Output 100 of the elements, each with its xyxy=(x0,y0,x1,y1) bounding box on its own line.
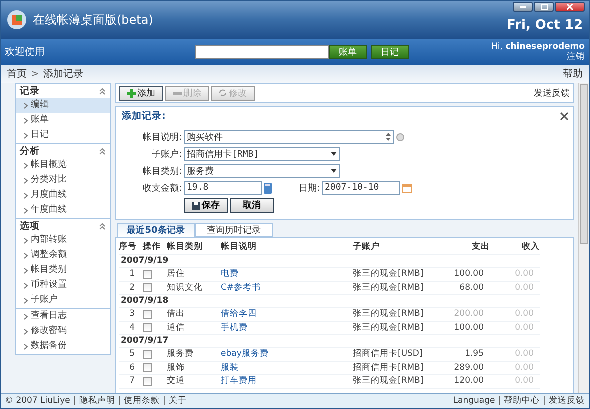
maximize-icon xyxy=(540,4,548,10)
tab[interactable]: 查询历时记录 xyxy=(195,223,273,237)
sidebar-item[interactable]: 年度曲线 xyxy=(16,203,110,218)
row-checkbox[interactable] xyxy=(143,363,152,372)
sidebar-item[interactable]: 修改密码 xyxy=(16,324,110,339)
row-checkbox[interactable] xyxy=(143,376,152,386)
description-link[interactable]: 借给李四 xyxy=(221,308,353,322)
table-cell: 0.00 xyxy=(490,375,540,388)
footer-link[interactable]: 隐私声明 xyxy=(79,395,116,407)
footer-separator: | xyxy=(163,396,166,406)
description-link[interactable]: ebay服务费 xyxy=(221,348,353,362)
chevron-icon xyxy=(24,208,28,214)
column-header: 子账户 xyxy=(353,240,448,255)
subaccount-select[interactable]: 招商信用卡[RMB] xyxy=(184,147,340,161)
sidebar-item[interactable]: 编辑 xyxy=(16,98,110,113)
description-field[interactable]: 购买软件 xyxy=(184,130,394,144)
collapse-icon[interactable] xyxy=(99,148,106,154)
row-checkbox[interactable] xyxy=(143,350,152,359)
column-header: 序号 xyxy=(119,240,143,255)
help-link[interactable]: 帮助 xyxy=(563,67,583,81)
row-checkbox[interactable] xyxy=(143,270,152,279)
table-cell: 交通 xyxy=(167,375,221,388)
footer-link[interactable]: 发送反馈 xyxy=(549,395,585,407)
date-group-header: 2007/9/18 xyxy=(119,295,540,308)
tab[interactable]: 最近50条记录 xyxy=(117,223,195,237)
row-checkbox[interactable] xyxy=(143,283,152,292)
footer-link[interactable]: 关于 xyxy=(169,395,188,407)
minimize-icon xyxy=(520,6,526,8)
collapse-icon[interactable] xyxy=(99,222,106,230)
save-button[interactable]: 保存 xyxy=(184,198,228,213)
sidebar-item[interactable]: 币种设置 xyxy=(16,278,110,293)
spinner-icon[interactable] xyxy=(386,132,391,142)
chevron-icon xyxy=(24,344,28,350)
calendar-icon[interactable] xyxy=(402,184,412,192)
sidebar-item[interactable]: 调整余额 xyxy=(16,248,110,263)
table-cell: 服饰 xyxy=(167,362,221,375)
table-cell: 0.00 xyxy=(490,282,540,295)
feedback-link[interactable]: 发送反馈 xyxy=(534,86,570,100)
field-label: 子账户: xyxy=(150,148,182,160)
sidebar-item[interactable]: 帐目类别 xyxy=(16,263,110,278)
description-link[interactable]: 服装 xyxy=(221,362,353,375)
footer-separator: | xyxy=(498,396,502,406)
collapse-icon[interactable] xyxy=(99,88,106,94)
row-checkbox[interactable] xyxy=(143,323,152,332)
column-header: 操作 xyxy=(143,240,167,255)
amount-field[interactable]: 19.8 xyxy=(184,181,262,195)
table-cell: 200.00 xyxy=(448,308,490,322)
chevron-icon xyxy=(24,238,28,244)
date-field[interactable]: 2007-10-10 xyxy=(322,181,400,195)
footer-link[interactable]: Language xyxy=(453,396,496,406)
sidebar-item[interactable]: 数据备份 xyxy=(16,339,110,354)
chevron-icon xyxy=(24,298,28,304)
app-logo-icon xyxy=(7,10,27,30)
plus-icon xyxy=(126,88,136,98)
table-cell: 知识文化 xyxy=(167,282,221,295)
search-field[interactable] xyxy=(195,45,329,59)
close-button[interactable] xyxy=(555,2,585,12)
description-link[interactable]: 电费 xyxy=(221,268,353,282)
cancel-button[interactable]: 取消 xyxy=(230,198,274,213)
description-link[interactable]: C#参考书 xyxy=(221,282,353,295)
logout-link[interactable]: 注销 xyxy=(567,52,585,62)
table-cell: 张三的现金[RMB] xyxy=(353,308,448,322)
sidebar-item[interactable]: 帐目概览 xyxy=(16,158,110,173)
description-link[interactable]: 手机费 xyxy=(221,322,353,335)
calculator-icon[interactable] xyxy=(264,182,272,194)
table-cell: 0.00 xyxy=(490,362,540,375)
minus-icon xyxy=(172,92,182,94)
sidebar-item[interactable]: 分类对比 xyxy=(16,173,110,188)
column-header: 帐目类别 xyxy=(167,240,221,255)
close-icon xyxy=(567,4,573,10)
row-checkbox[interactable] xyxy=(143,310,152,319)
sidebar-item[interactable]: 查看日志 xyxy=(16,309,110,324)
scrollbar[interactable] xyxy=(578,83,589,393)
sidebar-item[interactable]: 日记 xyxy=(16,128,110,143)
footer-separator: | xyxy=(118,396,122,406)
description-link[interactable]: 打车费用 xyxy=(221,375,353,388)
search-button[interactable]: 日记 xyxy=(371,45,409,59)
date-group-header: 2007/9/19 xyxy=(119,255,540,268)
chevron-icon xyxy=(24,252,28,258)
table-cell: 0.00 xyxy=(490,308,540,322)
sidebar-item[interactable]: 账单 xyxy=(16,113,110,128)
sidebar-item[interactable]: 内部转账 xyxy=(16,233,110,248)
dropdown-arrow-icon xyxy=(331,169,337,173)
toolbar-button[interactable]: 添加 xyxy=(119,86,163,100)
chevron-icon xyxy=(24,192,28,198)
maximize-button[interactable] xyxy=(534,2,554,12)
copyright-text: © 2007 LiuLiye xyxy=(5,396,70,406)
minimize-button[interactable] xyxy=(513,2,533,12)
chevron-icon xyxy=(24,268,28,274)
search-button[interactable]: 账单 xyxy=(329,45,367,59)
category-select[interactable]: 服务费 xyxy=(184,164,340,178)
table-cell: 100.00 xyxy=(448,322,490,335)
footer-link[interactable]: 帮助中心 xyxy=(504,395,540,407)
breadcrumb-link[interactable]: 首页 xyxy=(7,67,27,81)
breadcrumb-link[interactable]: 添加记录 xyxy=(43,67,84,81)
welcome-text: 欢迎使用 xyxy=(5,46,46,59)
table-cell: 68.00 xyxy=(448,282,490,295)
sidebar-item[interactable]: 月度曲线 xyxy=(16,188,110,203)
footer-link[interactable]: 使用条款 xyxy=(124,395,160,407)
sidebar-item[interactable]: 子账户 xyxy=(16,293,110,308)
